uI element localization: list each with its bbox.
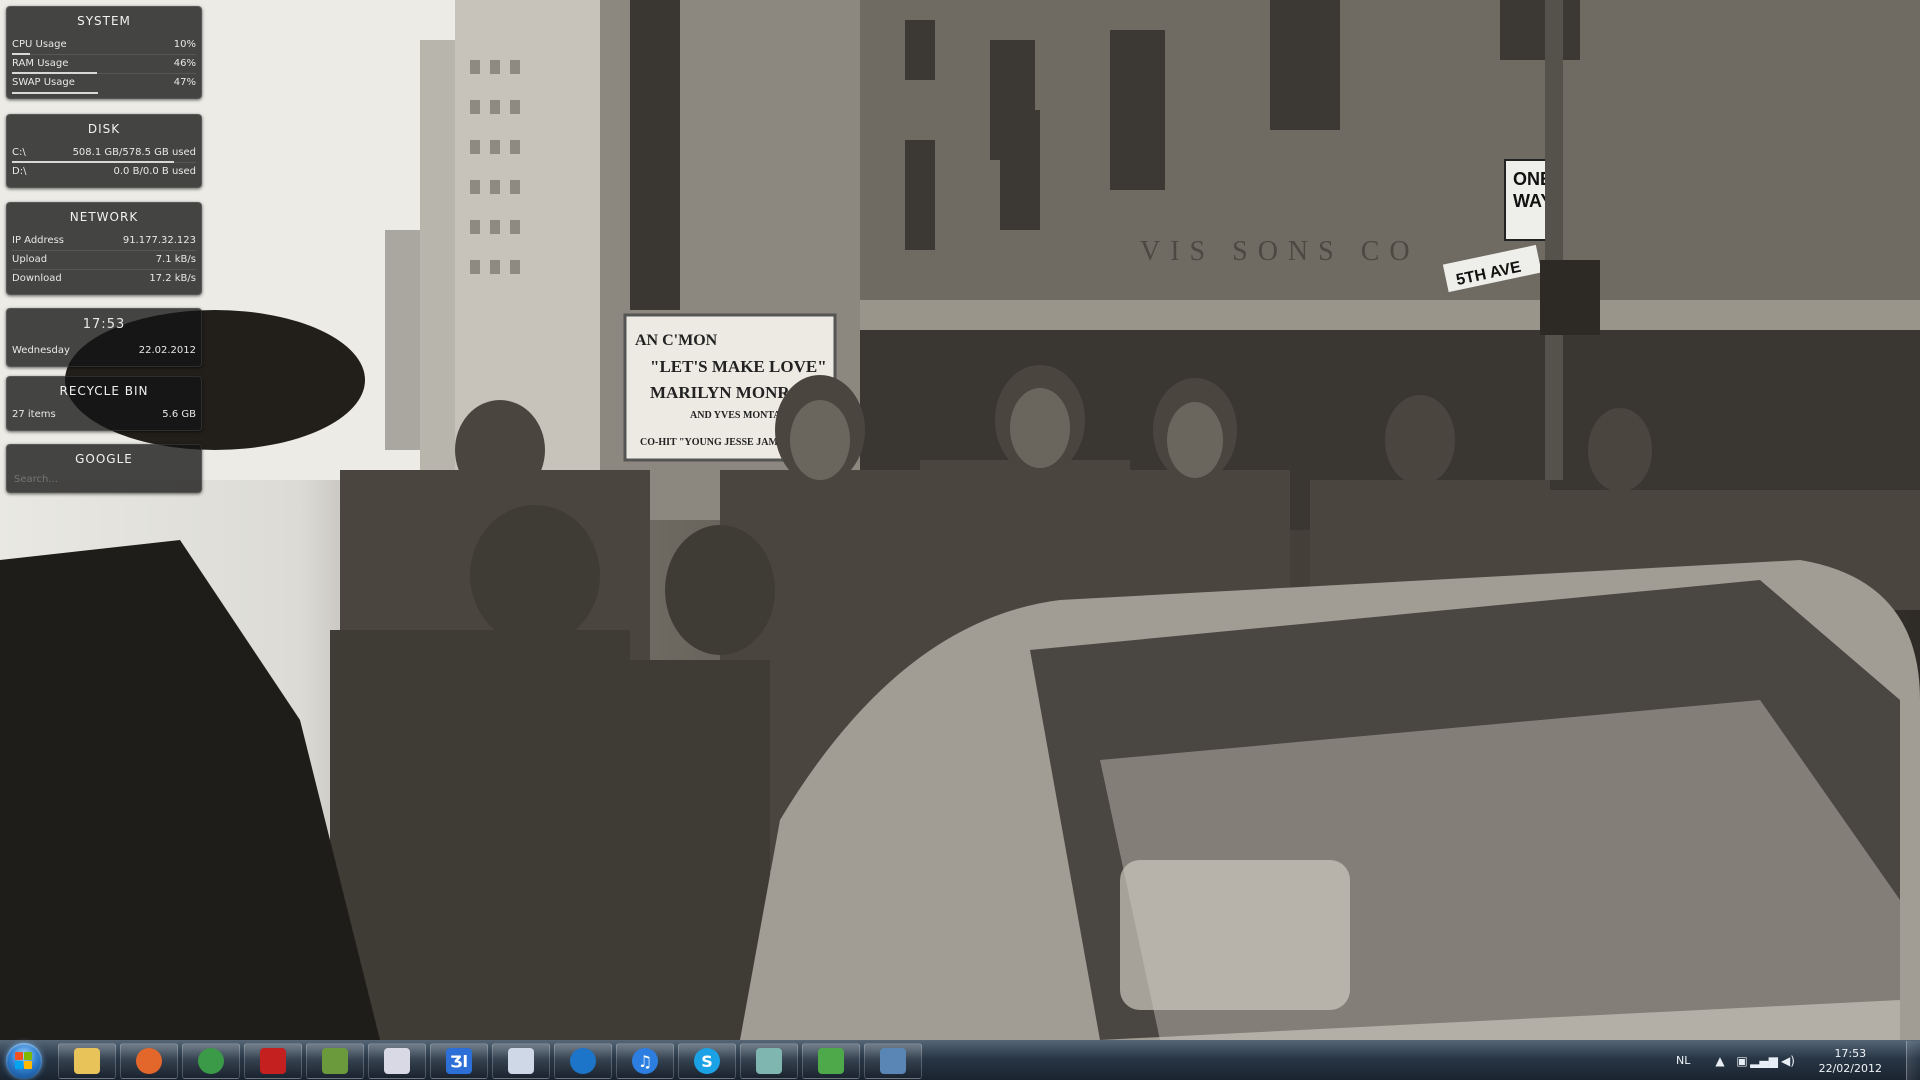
taskbar-button-itunes[interactable]: ♫ <box>616 1043 674 1079</box>
download-row: Download 17.2 kB/s <box>12 270 196 289</box>
taskbar-button-chrome[interactable] <box>182 1043 240 1079</box>
disk-gadget[interactable]: DISK C:\ 508.1 GB/578.5 GB used D:\ 0.0 … <box>6 114 202 188</box>
swap-usage-row: SWAP Usage 47% <box>12 74 196 94</box>
show-desktop-button[interactable] <box>1906 1041 1920 1080</box>
disk-d-label: D:\ <box>12 166 27 177</box>
taskbar-date: 22/02/2012 <box>1818 1062 1882 1075</box>
windows-logo-icon <box>15 1052 33 1070</box>
disk-d-row[interactable]: D:\ 0.0 B/0.0 B used <box>12 163 196 182</box>
upload-row: Upload 7.1 kB/s <box>12 251 196 270</box>
chrome-icon <box>198 1048 224 1074</box>
itunes-icon: ♫ <box>632 1048 658 1074</box>
taskbar-clock[interactable]: 17:53 22/02/2012 <box>1819 1046 1882 1076</box>
download-value: 17.2 kB/s <box>149 273 196 284</box>
download-label: Download <box>12 273 62 284</box>
clock-date-row: Wednesday 22.02.2012 <box>12 342 196 361</box>
taskbar-button-photo-viewer[interactable] <box>864 1043 922 1079</box>
blue-app-icon: Ʒl <box>446 1048 472 1074</box>
cpu-usage-value: 10% <box>173 39 196 50</box>
marquee-line-1: AN C'MON <box>635 332 718 349</box>
taskbar-button-skype[interactable]: S <box>678 1043 736 1079</box>
marquee-line-2: "LET'S MAKE LOVE" <box>650 357 827 376</box>
page-icon <box>756 1048 782 1074</box>
cpu-usage-label: CPU Usage <box>12 39 67 50</box>
people-icon <box>818 1048 844 1074</box>
upload-value: 7.1 kB/s <box>155 254 196 265</box>
ram-usage-row: RAM Usage 46% <box>12 55 196 74</box>
facade-lettering: VIS SONS CO <box>1140 236 1420 267</box>
wallpaper-scene: AN C'MON "LET'S MAKE LOVE" MARILYN MONRO… <box>0 0 1920 1040</box>
tray-app-icon[interactable]: ▣ <box>1734 1053 1750 1069</box>
desktop-wallpaper: AN C'MON "LET'S MAKE LOVE" MARILYN MONRO… <box>0 0 1920 1040</box>
ram-usage-value: 46% <box>173 58 196 69</box>
document-chart-icon <box>384 1048 410 1074</box>
minecraft-block-icon <box>322 1048 348 1074</box>
taskbar-time: 17:53 <box>1834 1047 1867 1060</box>
recycle-bin-items: 27 items <box>12 409 56 420</box>
system-gadget[interactable]: SYSTEM CPU Usage 10% RAM Usage 46% SWAP … <box>6 6 202 99</box>
swap-usage-label: SWAP Usage <box>12 77 75 88</box>
recycle-bin-title[interactable]: RECYCLE BIN <box>12 384 196 398</box>
network-gadget[interactable]: NETWORK IP Address 91.177.32.123 Upload … <box>6 202 202 295</box>
taskbar-button-green-app[interactable] <box>740 1043 798 1079</box>
disk-c-value: 508.1 GB/578.5 GB used <box>72 147 196 158</box>
google-gadget-title: GOOGLE <box>75 452 133 466</box>
recycle-bin-size: 5.6 GB <box>162 409 196 420</box>
clock-gadget: 17:53 Wednesday 22.02.2012 <box>6 308 202 367</box>
ip-address-label: IP Address <box>12 235 64 246</box>
taskbar-button-paint-app[interactable] <box>492 1043 550 1079</box>
taskbar-button-firefox[interactable] <box>120 1043 178 1079</box>
show-hidden-icons-icon[interactable]: ▲ <box>1712 1053 1728 1069</box>
taskbar-button-minecraft[interactable] <box>306 1043 364 1079</box>
marquee-line-5: CO-HIT "YOUNG JESSE JAMES" <box>640 437 796 448</box>
volume-icon[interactable]: ◀) <box>1780 1053 1796 1069</box>
taskbar-button-teamviewer[interactable] <box>554 1043 612 1079</box>
start-button[interactable] <box>6 1043 42 1079</box>
teamviewer-icon <box>570 1048 596 1074</box>
swap-usage-value: 47% <box>173 77 196 88</box>
ram-usage-label: RAM Usage <box>12 58 69 69</box>
ip-address-value: 91.177.32.123 <box>122 235 196 246</box>
taskbar-button-messenger[interactable] <box>802 1043 860 1079</box>
clock-day: Wednesday <box>12 345 70 356</box>
taskbar-button-app-red-black[interactable] <box>244 1043 302 1079</box>
system-gadget-title: SYSTEM <box>77 14 131 28</box>
clock-time: 17:53 <box>82 317 126 332</box>
recycle-bin-row: 27 items 5.6 GB <box>12 406 196 425</box>
taskbar: Ʒl ♫ S NL ▲ ▣ ▂▄▆ ◀) 17:53 22/02/2012 <box>0 1040 1920 1080</box>
skype-icon: S <box>694 1048 720 1074</box>
folder-icon <box>74 1048 100 1074</box>
recycle-bin-gadget[interactable]: RECYCLE BIN 27 items 5.6 GB <box>6 376 202 431</box>
red-app-icon <box>260 1048 286 1074</box>
google-gadget[interactable]: GOOGLE <box>6 444 202 493</box>
disk-c-label: C:\ <box>12 147 26 158</box>
disk-gadget-title: DISK <box>87 122 121 136</box>
taskbar-button-blue-app[interactable]: Ʒl <box>430 1043 488 1079</box>
firefox-icon <box>136 1048 162 1074</box>
photo-viewer-icon <box>880 1048 906 1074</box>
network-gadget-title: NETWORK <box>69 210 139 224</box>
disk-d-value: 0.0 B/0.0 B used <box>113 166 196 177</box>
taskbar-button-windows-explorer[interactable] <box>58 1043 116 1079</box>
cpu-usage-row: CPU Usage 10% <box>12 36 196 55</box>
clock-date: 22.02.2012 <box>138 345 196 356</box>
google-search-input[interactable] <box>12 468 196 487</box>
network-signal-icon[interactable]: ▂▄▆ <box>1750 1053 1778 1069</box>
swap-usage-bar <box>12 92 99 94</box>
upload-label: Upload <box>12 254 48 265</box>
language-indicator[interactable]: NL <box>1676 1054 1690 1067</box>
taskbar-button-notepad-app[interactable] <box>368 1043 426 1079</box>
disk-c-row[interactable]: C:\ 508.1 GB/578.5 GB used <box>12 144 196 163</box>
picture-icon <box>508 1048 534 1074</box>
ip-address-row: IP Address 91.177.32.123 <box>12 232 196 251</box>
system-tray: NL ▲ ▣ ▂▄▆ ◀) 17:53 22/02/2012 <box>1640 1041 1920 1080</box>
